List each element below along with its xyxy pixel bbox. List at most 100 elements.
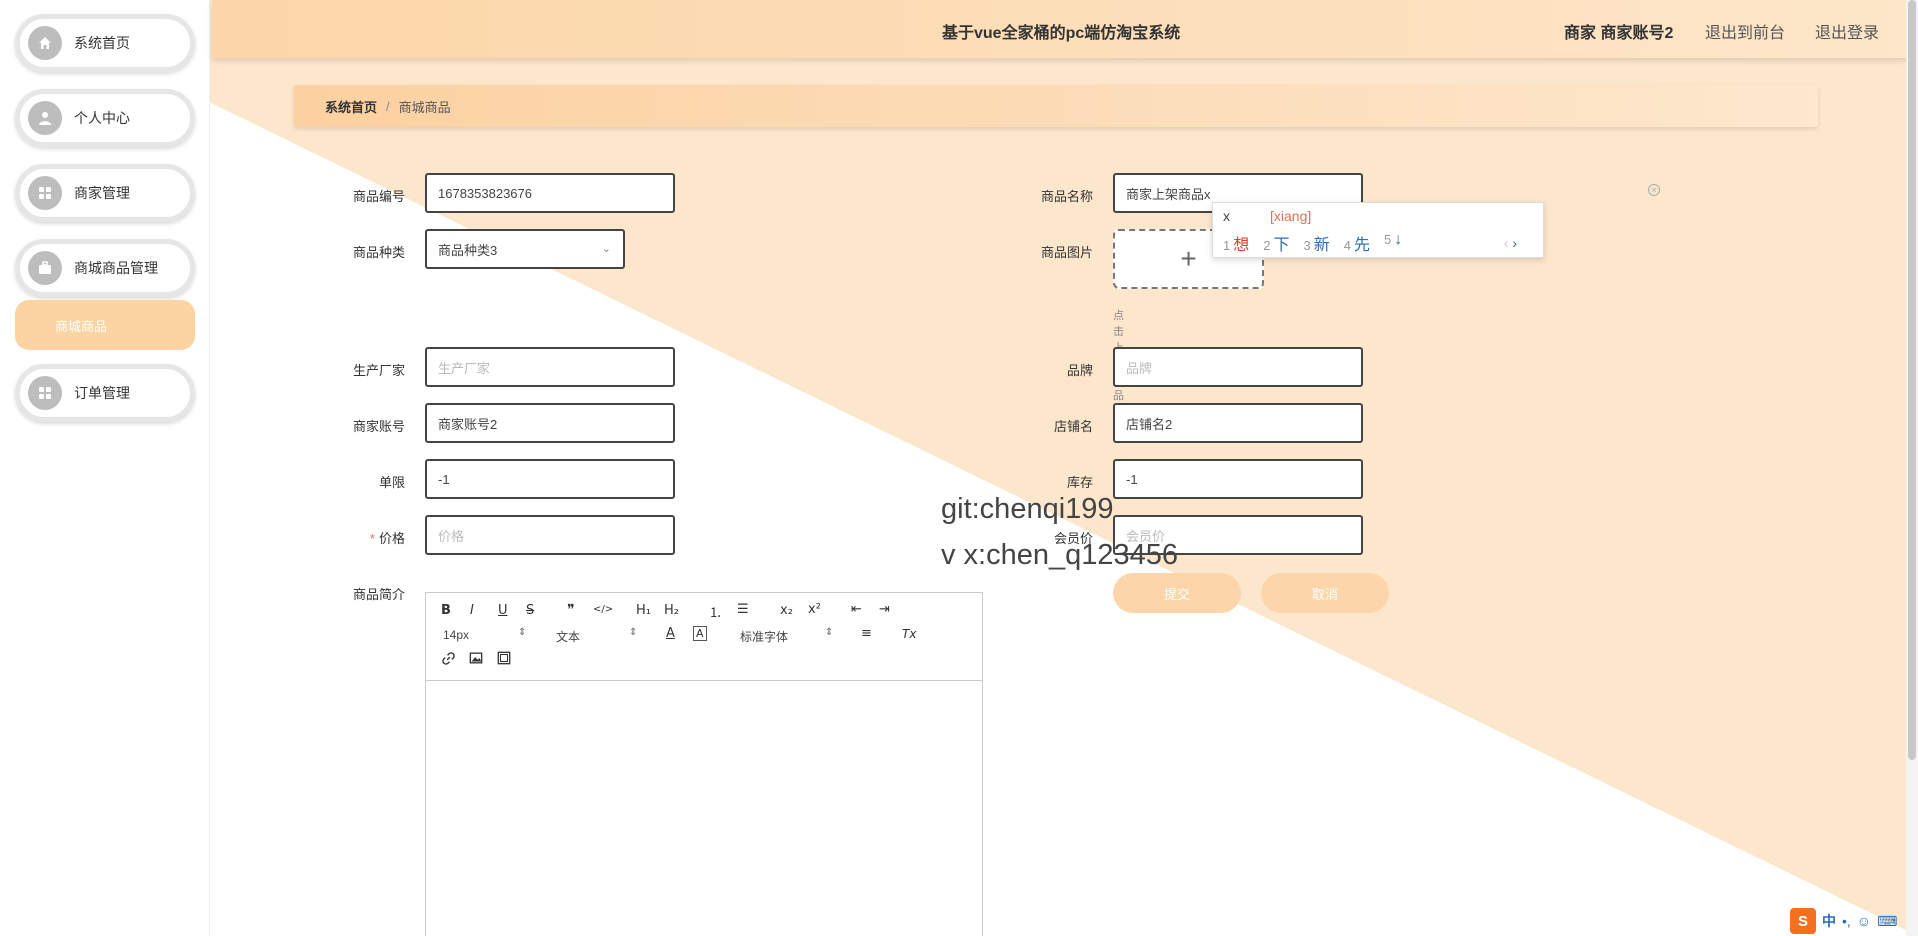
strike-button[interactable]: S xyxy=(526,603,534,618)
sidebar-item-merchant[interactable]: 商家管理 xyxy=(15,164,195,222)
chevron-left-icon[interactable]: ‹ xyxy=(1504,235,1509,251)
grid-icon xyxy=(28,376,62,410)
shop-label: 店铺名 xyxy=(1053,419,1093,434)
briefcase-icon xyxy=(28,251,62,285)
watermark-git: git:chenqi199 xyxy=(941,493,1114,525)
price-label: * 价格 xyxy=(369,531,405,546)
ime-candidate[interactable]: 4先 xyxy=(1344,231,1370,255)
clear-icon[interactable]: × xyxy=(1648,184,1660,196)
account-label: 商家账号 xyxy=(352,419,405,434)
editor-content-area[interactable] xyxy=(426,681,982,936)
align-button[interactable]: ≡ xyxy=(861,626,872,641)
breadcrumb-separator: / xyxy=(386,98,390,114)
sidebar: 系统首页 个人中心 商家管理 商城商品管理 商城商品 订单管理 xyxy=(0,0,210,936)
logout-link[interactable]: 退出登录 xyxy=(1815,19,1879,43)
ime-candidate[interactable]: 3新 xyxy=(1304,231,1330,255)
ime-pinyin: [xiang] xyxy=(1270,208,1312,224)
sidebar-item-label: 系统首页 xyxy=(74,35,130,51)
sogou-logo-icon[interactable]: S xyxy=(1790,908,1816,934)
font-size-select[interactable]: 14px xyxy=(443,628,469,642)
category-value: 商品种类3 xyxy=(438,242,498,258)
cancel-button[interactable]: 取消 xyxy=(1261,573,1389,613)
code-label: 商品编号 xyxy=(352,189,405,204)
subscript-button[interactable]: x₂ xyxy=(780,603,793,618)
category-select[interactable]: 商品种类3 ⌄ xyxy=(425,229,625,269)
maker-label: 生产厂家 xyxy=(352,363,405,378)
ime-candidate[interactable]: 1想 xyxy=(1223,231,1249,255)
ime-candidate[interactable]: 2下 xyxy=(1263,231,1289,255)
user-icon xyxy=(28,101,62,135)
sort-icon: ⇕ xyxy=(629,627,638,638)
quote-button[interactable]: ❞ xyxy=(567,602,575,618)
sidebar-item-home[interactable]: 系统首页 xyxy=(15,14,195,72)
rich-text-editor: B I U S ❞ </> H₁ H₂ ⒈ ☰ x₂ x² ⇤ ⇥ 14px ⇕… xyxy=(425,592,983,936)
editor-toolbar: B I U S ❞ </> H₁ H₂ ⒈ ☰ x₂ x² ⇤ ⇥ 14px ⇕… xyxy=(426,593,982,681)
link-icon[interactable] xyxy=(441,651,456,670)
ime-candidate-window: x [xiang] 1想 2下 3新 4先 5 ↓ ‹ › xyxy=(1212,202,1544,258)
sidebar-item-label: 商家管理 xyxy=(74,185,130,201)
watermark-contact: v x:chen_q123456 xyxy=(941,539,1179,571)
font-color-button[interactable]: A xyxy=(666,626,675,641)
exit-to-front-link[interactable]: 退出到前台 xyxy=(1705,19,1785,43)
sort-icon: ⇕ xyxy=(825,627,834,638)
keyboard-icon[interactable]: ⌨ xyxy=(1877,913,1897,930)
lang-indicator[interactable]: 中 xyxy=(1822,911,1836,931)
brand-input[interactable]: 品牌 xyxy=(1113,347,1363,387)
scrollbar-thumb[interactable] xyxy=(1908,0,1916,760)
plus-icon: + xyxy=(1180,243,1197,274)
image-icon[interactable] xyxy=(469,651,483,669)
ordered-list-button[interactable]: ⒈ xyxy=(709,602,722,621)
category-label: 商品种类 xyxy=(352,245,405,260)
ime-candidates: 1想 2下 3新 4先 5 ↓ xyxy=(1223,231,1402,255)
font-family-select[interactable]: 标准字体 xyxy=(740,628,788,645)
breadcrumb: 系统首页 / 商城商品 xyxy=(294,85,1818,127)
shop-input[interactable]: 店铺名2 xyxy=(1113,403,1363,443)
punctuation-icon[interactable]: •, xyxy=(1842,913,1851,929)
ime-page-arrows[interactable]: ‹ › xyxy=(1504,235,1517,251)
sidebar-item-orders[interactable]: 订单管理 xyxy=(15,364,195,422)
sidebar-item-label: 个人中心 xyxy=(74,110,130,126)
ime-candidate[interactable]: 5 ↓ xyxy=(1384,231,1402,255)
page-title: 基于vue全家桶的pc端仿淘宝系统 xyxy=(942,25,1181,42)
grid-icon xyxy=(28,176,62,210)
ime-composition: x xyxy=(1223,208,1230,224)
current-user: 商家 商家账号2 xyxy=(1564,25,1674,42)
sidebar-item-label: 订单管理 xyxy=(74,385,130,401)
sidebar-item-products[interactable]: 商城商品管理 xyxy=(15,239,195,297)
sidebar-item-profile[interactable]: 个人中心 xyxy=(15,89,195,147)
home-icon xyxy=(28,26,62,60)
breadcrumb-current: 商城商品 xyxy=(398,99,451,115)
code-input[interactable]: 1678353823676 xyxy=(425,173,675,213)
sort-icon: ⇕ xyxy=(518,627,527,638)
outdent-button[interactable]: ⇤ xyxy=(851,602,862,617)
bullet-list-button[interactable]: ☰ xyxy=(737,602,749,617)
brand-label: 品牌 xyxy=(1066,363,1093,378)
clear-format-button[interactable]: Tx xyxy=(902,627,916,641)
indent-button[interactable]: ⇥ xyxy=(879,602,890,617)
maker-input[interactable]: 生产厂家 xyxy=(425,347,675,387)
account-input[interactable]: 商家账号2 xyxy=(425,403,675,443)
price-input[interactable]: 价格 xyxy=(425,515,675,555)
sidebar-subitem-mall-products[interactable]: 商城商品 xyxy=(15,300,195,350)
emoji-icon[interactable]: ☺ xyxy=(1857,913,1871,929)
top-header: 基于vue全家桶的pc端仿淘宝系统 商家 商家账号2 退出到前台 退出登录 xyxy=(212,0,1908,58)
video-icon[interactable] xyxy=(497,651,511,669)
paragraph-select[interactable]: 文本 xyxy=(556,628,580,645)
superscript-button[interactable]: x² xyxy=(808,602,821,617)
bold-button[interactable]: B xyxy=(441,603,451,618)
background-color-button[interactable]: A xyxy=(693,626,707,641)
h2-button[interactable]: H₂ xyxy=(664,603,679,618)
chevron-down-icon: ⌄ xyxy=(601,243,611,255)
underline-button[interactable]: U xyxy=(498,603,508,618)
limit-label: 单限 xyxy=(378,475,405,490)
code-button[interactable]: </> xyxy=(593,604,613,615)
intro-label: 商品简介 xyxy=(352,587,405,602)
limit-input[interactable]: -1 xyxy=(425,459,675,499)
breadcrumb-home[interactable]: 系统首页 xyxy=(325,97,377,116)
h1-button[interactable]: H₁ xyxy=(636,603,651,618)
chevron-right-icon[interactable]: › xyxy=(1512,235,1517,251)
submit-button[interactable]: 提交 xyxy=(1113,573,1241,613)
name-label: 商品名称 xyxy=(1040,189,1093,204)
stock-input[interactable]: -1 xyxy=(1113,459,1363,499)
italic-button[interactable]: I xyxy=(470,603,474,618)
